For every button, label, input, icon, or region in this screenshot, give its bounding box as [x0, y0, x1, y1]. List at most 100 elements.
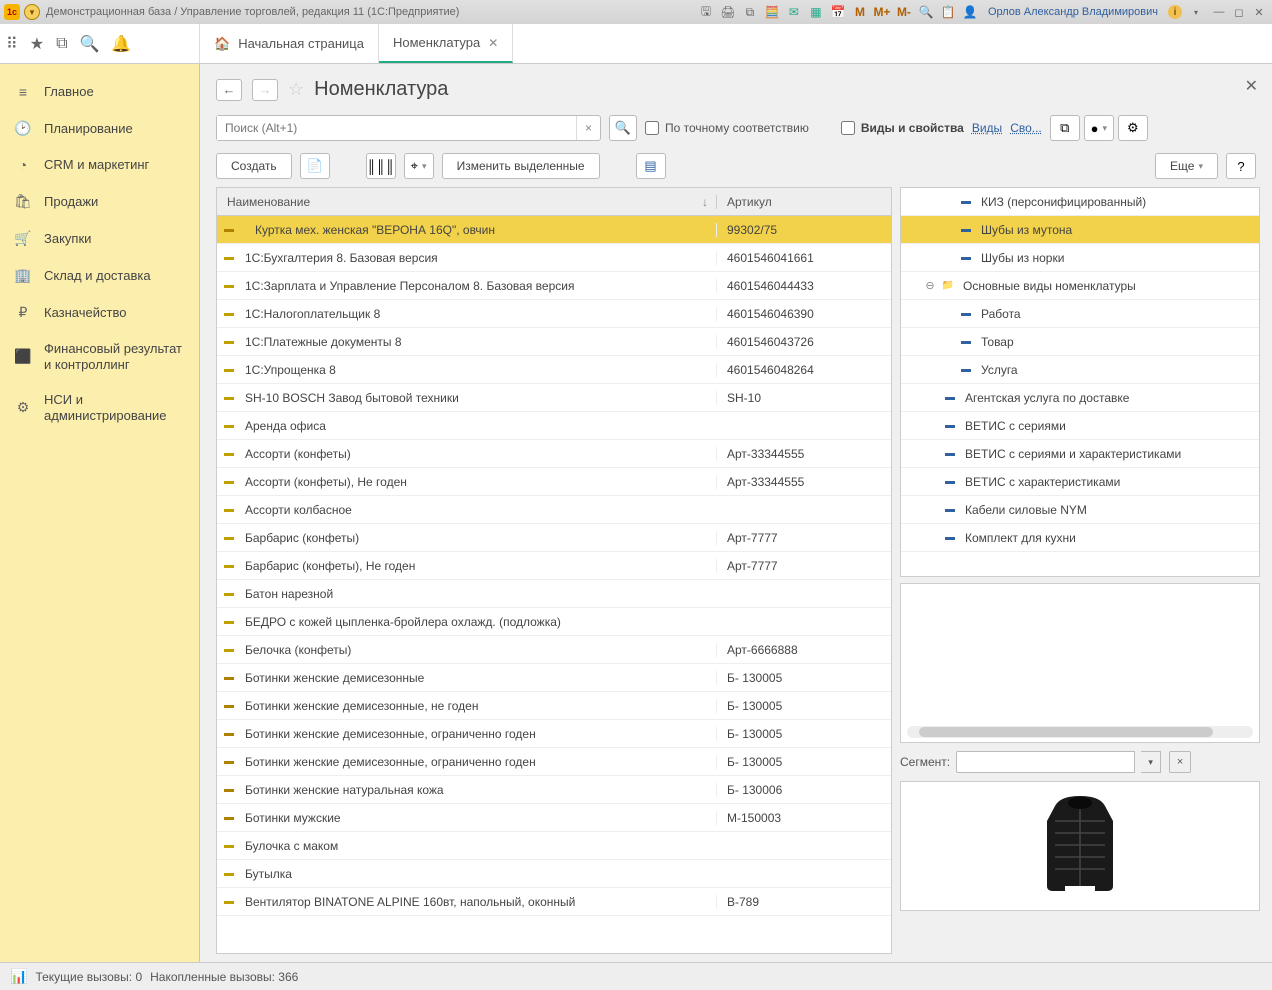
sidebar-item-5[interactable]: 🏢Склад и доставка [0, 257, 199, 294]
tab-home[interactable]: 🏠 Начальная страница [200, 24, 379, 63]
paste-icon[interactable]: 📋 [940, 4, 956, 20]
nav-back-icon[interactable]: ← [216, 79, 242, 101]
search-button[interactable]: 🔍 [609, 115, 637, 141]
sidebar-item-2[interactable]: ◔CRM и маркетинг [0, 147, 199, 183]
tree-collapse-icon[interactable]: ⊖ [921, 279, 939, 292]
table-row[interactable]: ▬Барбарис (конфеты)Арт-7777 [217, 524, 891, 552]
sidebar-item-0[interactable]: ≡Главное [0, 74, 199, 110]
th-article[interactable]: Артикул [716, 195, 891, 209]
tree-row[interactable]: ▬Услуга [901, 356, 1259, 384]
tree-row[interactable]: ▬ВЕТИС с сериями и характеристиками [901, 440, 1259, 468]
table-row[interactable]: ▬БЕДРО с кожей цыпленка-бройлера охлажд.… [217, 608, 891, 636]
rp-tool2-icon[interactable]: ● [1084, 115, 1114, 141]
sidebar-item-6[interactable]: ₽Казначейство [0, 294, 199, 331]
sidebar-item-3[interactable]: 🛍Продажи [0, 183, 199, 220]
table-row[interactable]: ▬Батон нарезной [217, 580, 891, 608]
table-row[interactable]: ▬1С:Платежные документы 84601546043726 [217, 328, 891, 356]
history-icon[interactable]: ⧉ [56, 35, 67, 53]
m-icon[interactable]: M [852, 4, 868, 20]
bell-icon[interactable]: 🔔 [111, 34, 131, 54]
current-user[interactable]: Орлов Александр Владимирович [988, 6, 1158, 18]
rp-settings-icon[interactable]: ⚙ [1118, 115, 1148, 141]
table-row[interactable]: ▬Ассорти (конфеты), Не годенАрт-33344555 [217, 468, 891, 496]
table-row[interactable]: ▬Аренда офиса [217, 412, 891, 440]
table-row[interactable]: ▬1С:Зарплата и Управление Персоналом 8. … [217, 272, 891, 300]
h-scrollbar[interactable] [907, 726, 1253, 738]
th-name[interactable]: Наименование ↓ [217, 195, 716, 209]
table-row[interactable]: ▬Бутылка [217, 860, 891, 888]
edit-selected-button[interactable]: Изменить выделенные [442, 153, 600, 179]
compare-icon[interactable]: ⧉ [742, 4, 758, 20]
rp-tool1-icon[interactable]: ⧉ [1050, 115, 1080, 141]
table-row[interactable]: ▬Ботинки женские демисезонные, ограничен… [217, 720, 891, 748]
tree-row[interactable]: ▬Работа [901, 300, 1259, 328]
zoom-icon[interactable]: 🔍 [918, 4, 934, 20]
search-tool-icon[interactable]: 🔍 [80, 34, 100, 54]
grid-icon[interactable]: ▦ [808, 4, 824, 20]
table-row[interactable]: ▬Белочка (конфеты)Арт-6666888 [217, 636, 891, 664]
info-icon[interactable]: i [1168, 5, 1182, 19]
tab-nomenclature[interactable]: Номенклатура ✕ [379, 24, 513, 63]
help-button[interactable]: ? [1226, 153, 1256, 179]
create-button[interactable]: Создать [216, 153, 292, 179]
table-row[interactable]: ▬Ботинки женские демисезонные, ограничен… [217, 748, 891, 776]
print-icon[interactable]: 🖨 [720, 4, 736, 20]
sidebar-item-7[interactable]: ⬛Финансовый результат и контроллинг [0, 331, 199, 382]
maximize-icon[interactable]: ◻ [1230, 5, 1248, 19]
favorite-icon[interactable]: ☆ [288, 79, 304, 100]
minimize-icon[interactable]: — [1210, 5, 1228, 19]
close-page-icon[interactable]: ✕ [1245, 76, 1258, 96]
table-row[interactable]: ▬1С:Бухгалтерия 8. Базовая версия4601546… [217, 244, 891, 272]
table-row[interactable]: ▬Барбарис (конфеты), Не годенАрт-7777 [217, 552, 891, 580]
tb-dropdown-icon[interactable]: ▾ [1188, 4, 1204, 20]
segment-input[interactable] [956, 751, 1135, 773]
sidebar-item-8[interactable]: ⚙НСИ и администрирование [0, 382, 199, 433]
table-row[interactable]: ▬1С:Упрощенка 84601546048264 [217, 356, 891, 384]
sidebar-item-1[interactable]: 🕑Планирование [0, 110, 199, 147]
table-row[interactable]: ▬Ассорти (конфеты)Арт-33344555 [217, 440, 891, 468]
tree-row[interactable]: ▬Шубы из мутона [901, 216, 1259, 244]
table-row[interactable]: ▬1С:Налогоплательщик 84601546046390 [217, 300, 891, 328]
tree-row[interactable]: ▬Комплект для кухни [901, 524, 1259, 552]
tree-row[interactable]: ▬Кабели силовые NYM [901, 496, 1259, 524]
search-input[interactable] [217, 116, 576, 140]
table-row[interactable]: ▬Ботинки женские демисезонные, не годенБ… [217, 692, 891, 720]
copy-button[interactable]: 📄 [300, 153, 330, 179]
link-props[interactable]: Сво... [1010, 121, 1042, 135]
mail-icon[interactable]: ✉ [786, 4, 802, 20]
m-plus-icon[interactable]: M+ [874, 4, 890, 20]
table-row[interactable]: ▬Булочка с маком [217, 832, 891, 860]
views-props-wrap[interactable]: Виды и свойства [841, 121, 964, 135]
table-row[interactable]: ▬Куртка мех. женская "ВЕРОНА 16Q", овчин… [217, 216, 891, 244]
table-row[interactable]: ▬Вентилятор BINATONE ALPINE 160вт, напол… [217, 888, 891, 916]
tree-row[interactable]: ⊖📁Основные виды номенклатуры [901, 272, 1259, 300]
link-views[interactable]: Виды [972, 121, 1002, 135]
views-props-checkbox[interactable] [841, 121, 855, 135]
close-window-icon[interactable]: ✕ [1250, 5, 1268, 19]
tree-row[interactable]: ▬КИЗ (персонифицированный) [901, 188, 1259, 216]
tree-row[interactable]: ▬Товар [901, 328, 1259, 356]
calc-blue-icon[interactable]: 🧮 [764, 4, 780, 20]
tab-close-icon[interactable]: ✕ [488, 36, 498, 50]
table-row[interactable]: ▬Ботинки женские демисезонныеБ- 130005 [217, 664, 891, 692]
more-button[interactable]: Еще [1155, 153, 1218, 179]
save-icon[interactable]: 🖫 [698, 4, 714, 20]
list-mode-icon[interactable]: ▤ [636, 153, 666, 179]
table-row[interactable]: ▬SH-10 BOSCH Завод бытовой техникиSH-10 [217, 384, 891, 412]
sidebar-item-4[interactable]: 🛒Закупки [0, 220, 199, 257]
tree-row[interactable]: ▬ВЕТИС с характеристиками [901, 468, 1259, 496]
exact-match-checkbox[interactable] [645, 121, 659, 135]
exact-match-wrap[interactable]: По точному соответствию [645, 121, 809, 135]
calendar-icon[interactable]: 📅 [830, 4, 846, 20]
app-dropdown-icon[interactable]: ▼ [24, 4, 40, 20]
tree-row[interactable]: ▬Агентская услуга по доставке [901, 384, 1259, 412]
table-row[interactable]: ▬Ассорти колбасное [217, 496, 891, 524]
table-row[interactable]: ▬Ботинки женские натуральная кожаБ- 1300… [217, 776, 891, 804]
table-row[interactable]: ▬Ботинки мужскиеМ-150003 [217, 804, 891, 832]
tree-row[interactable]: ▬Шубы из норки [901, 244, 1259, 272]
apps-icon[interactable]: ⠿ [6, 34, 18, 54]
clear-search-icon[interactable]: × [576, 116, 600, 140]
barcode-icon[interactable]: ║║║ [366, 153, 396, 179]
filter-icon[interactable]: ⌖ [404, 153, 434, 179]
tree-row[interactable]: ▬ВЕТИС с сериями [901, 412, 1259, 440]
